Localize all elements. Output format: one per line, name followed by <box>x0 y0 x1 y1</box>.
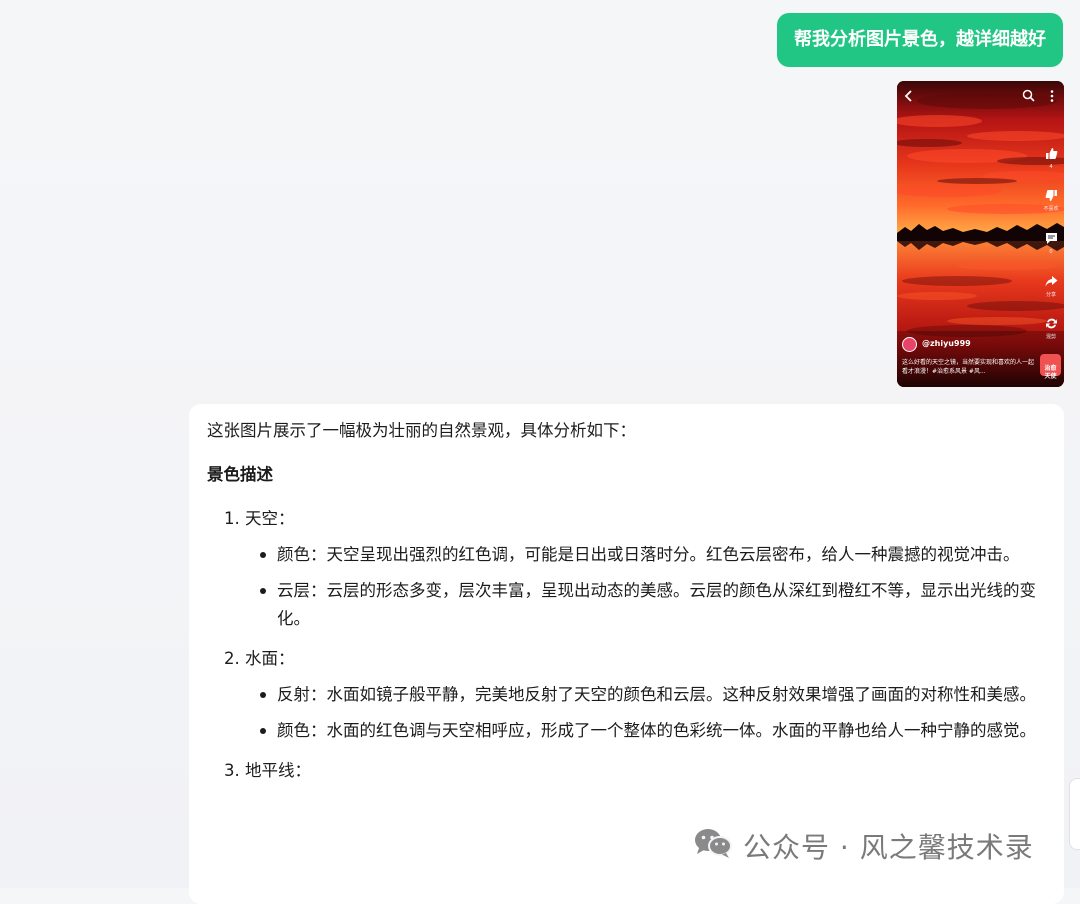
list-item-sky: 1. 天空： 颜色：天空呈现出强烈的红色调，可能是日出或日落时分。红色云层密布，… <box>224 505 1046 633</box>
watermark: 公众号 · 风之馨技术录 <box>693 826 1034 866</box>
share-button[interactable]: 分享 <box>1041 275 1061 299</box>
refresh-icon <box>1041 317 1061 334</box>
like-button[interactable]: 4 <box>1041 147 1061 171</box>
user-message-text: 帮我分析图片景色，越详细越好 <box>794 29 1046 50</box>
author-handle[interactable]: @zhiyu999 <box>922 339 971 348</box>
more-vertical-icon[interactable] <box>1050 90 1054 105</box>
thumbs-down-icon <box>1041 189 1061 206</box>
bullet-item: 颜色：天空呈现出强烈的红色调，可能是日出或日落时分。红色云层密布，给人一种震撼的… <box>260 541 1046 569</box>
list-item-horizon: 3. 地平线： <box>224 757 1046 785</box>
comment-count: 0 <box>1049 249 1053 255</box>
response-intro: 这张图片展示了一幅极为壮丽的自然景观，具体分析如下： <box>207 421 636 440</box>
comment-icon <box>1041 232 1061 249</box>
remix-label: 混剪 <box>1045 334 1056 340</box>
bullet-list: 反射：水面如镜子般平静，完美地反射了天空的颜色和云层。这种反射效果增强了画面的对… <box>224 681 1046 745</box>
list-item-label: 1. 天空： <box>224 509 295 528</box>
wechat-icon <box>693 827 733 866</box>
thumbs-up-icon <box>1041 147 1061 164</box>
dislike-label: 不喜欢 <box>1043 206 1059 212</box>
list-item-water: 2. 水面： 反射：水面如镜子般平静，完美地反射了天空的颜色和云层。这种反射效果… <box>224 645 1046 745</box>
remix-button[interactable]: 混剪 <box>1041 317 1061 341</box>
section-heading: 景色描述 <box>207 465 273 484</box>
back-chevron-icon[interactable] <box>903 89 915 106</box>
badge-text: 治愈 天使 <box>1044 365 1057 380</box>
bullet-item: 颜色：水面的红色调与天空相呼应，形成了一个整体的色彩统一体。水面的平静也给人一种… <box>260 717 1046 745</box>
like-count: 4 <box>1049 164 1053 170</box>
attached-image[interactable]: 4 不喜欢 0 分享 混剪 @zhiyu999 这么好看的天空之镜，当然要实现和… <box>897 81 1064 387</box>
bullet-item: 反射：水面如镜子般平静，完美地反射了天空的颜色和云层。这种反射效果增强了画面的对… <box>260 681 1046 709</box>
search-icon[interactable] <box>1022 89 1035 105</box>
watermark-text: 公众号 · 风之馨技术录 <box>743 831 1034 864</box>
comment-button[interactable]: 0 <box>1041 232 1061 256</box>
dislike-button[interactable]: 不喜欢 <box>1041 189 1061 213</box>
list-item-label: 2. 水面： <box>224 649 295 668</box>
side-panel-tab[interactable] <box>1069 778 1080 850</box>
list-item-label: 3. 地平线： <box>224 761 311 780</box>
bullet-item: 云层：云层的形态多变，层次丰富，呈现出动态的美感。云层的颜色从深红到橙红不等，显… <box>260 577 1046 633</box>
user-message-bubble: 帮我分析图片景色，越详细越好 <box>777 13 1063 67</box>
bullet-list: 颜色：天空呈现出强烈的红色调，可能是日出或日落时分。红色云层密布，给人一种震撼的… <box>224 541 1046 633</box>
video-caption: 这么好看的天空之镜，当然要实现和喜欢的人一起看才浪漫！#治愈系风景 #风... <box>902 359 1035 375</box>
share-icon <box>1041 275 1061 292</box>
author-avatar[interactable] <box>902 337 917 352</box>
badge[interactable]: 治愈 天使 <box>1040 354 1061 380</box>
share-label: 分享 <box>1045 292 1056 298</box>
